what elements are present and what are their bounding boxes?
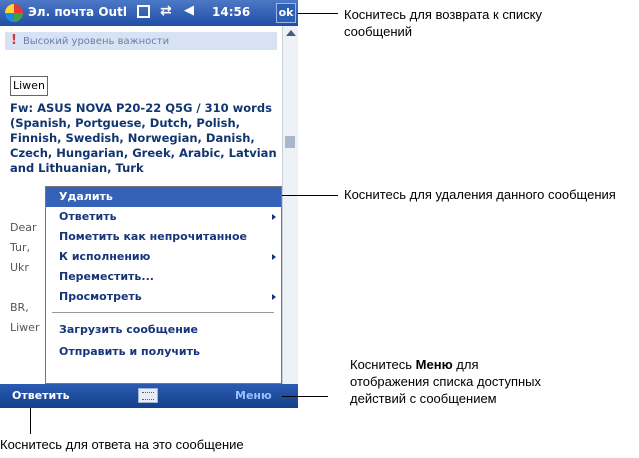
scroll-up-icon[interactable] <box>286 30 296 36</box>
clock[interactable]: 14:56 <box>212 5 250 19</box>
reply-softkey[interactable]: Ответить <box>12 389 70 402</box>
softkey-bar: Ответить Меню <box>0 384 298 408</box>
menu-softkey[interactable]: Меню <box>235 389 272 402</box>
menu-item-download[interactable]: Загрузить сообщение <box>46 320 281 340</box>
menu-item-send-receive[interactable]: Отправить и получить <box>46 342 281 362</box>
menu-separator <box>52 312 274 313</box>
pocket-pc-screen: Эл. почта Outl ⇄ ◀ 14:56 ok ! Высокий уро… <box>0 0 298 408</box>
callout-menu: Коснитесь Меню для отображения списка до… <box>350 356 550 407</box>
callout-delete: Коснитесь для удаления данного сообщения <box>344 187 616 202</box>
menu-item-mark-unread[interactable]: Пометить как непрочитанное <box>46 227 281 247</box>
callout-line-reply <box>30 408 31 434</box>
app-title: Эл. почта Outl <box>28 5 127 19</box>
priority-text: Высокий уровень важности <box>22 36 170 47</box>
ok-button[interactable]: ok <box>276 3 296 23</box>
body-line <box>10 281 39 301</box>
submenu-arrow-icon <box>272 294 276 300</box>
start-logo-icon[interactable] <box>5 4 23 22</box>
menu-item-label: Ответить <box>59 210 117 223</box>
submenu-arrow-icon <box>272 214 276 220</box>
menu-item-label: Просмотреть <box>59 290 142 303</box>
priority-icon: ! <box>11 33 17 48</box>
priority-banner: ! Высокий уровень важности <box>5 32 277 50</box>
callout-reply: Коснитесь для ответа на это сообщение <box>0 437 244 452</box>
menu-item-follow-up[interactable]: К исполнению <box>46 247 281 267</box>
body-line: BR, <box>10 301 29 314</box>
message-body: Dear Tur, Ukr BR, Liwer <box>10 221 39 341</box>
menu-item-reply[interactable]: Ответить <box>46 207 281 227</box>
menu-item-view[interactable]: Просмотреть <box>46 287 281 307</box>
menu-item-move[interactable]: Переместить... <box>46 267 281 287</box>
keyboard-icon[interactable] <box>138 388 158 403</box>
title-bar: Эл. почта Outl ⇄ ◀ 14:56 ok <box>0 0 298 26</box>
message-subject: Fw: ASUS NOVA P20-22 Q5G / 310 words (Sp… <box>10 101 277 175</box>
sender-name[interactable]: Liwen <box>10 76 48 96</box>
callout-line-menu <box>282 396 328 397</box>
body-line: Dear <box>10 221 37 234</box>
new-message-icon[interactable] <box>137 5 150 18</box>
callout-line-ok <box>298 13 338 14</box>
connectivity-icon[interactable]: ⇄ <box>160 3 172 19</box>
callout-menu-bold: Меню <box>415 357 453 372</box>
callout-line-delete <box>282 195 338 196</box>
context-menu: Удалить Ответить Пометить как непрочитан… <box>45 186 282 384</box>
body-line: Tur, <box>10 241 31 254</box>
menu-item-label: К исполнению <box>59 250 151 263</box>
submenu-arrow-icon <box>272 254 276 260</box>
menu-item-delete[interactable]: Удалить <box>46 187 281 207</box>
body-line: Liwer <box>10 321 40 334</box>
scrollbar[interactable] <box>282 26 298 384</box>
callout-ok: Коснитесь для возврата к списку сообщени… <box>344 7 542 39</box>
body-line: Ukr <box>10 261 29 274</box>
scroll-thumb[interactable] <box>285 136 295 148</box>
volume-icon[interactable]: ◀ <box>184 3 194 18</box>
callout-menu-pre: Коснитесь <box>350 357 416 372</box>
